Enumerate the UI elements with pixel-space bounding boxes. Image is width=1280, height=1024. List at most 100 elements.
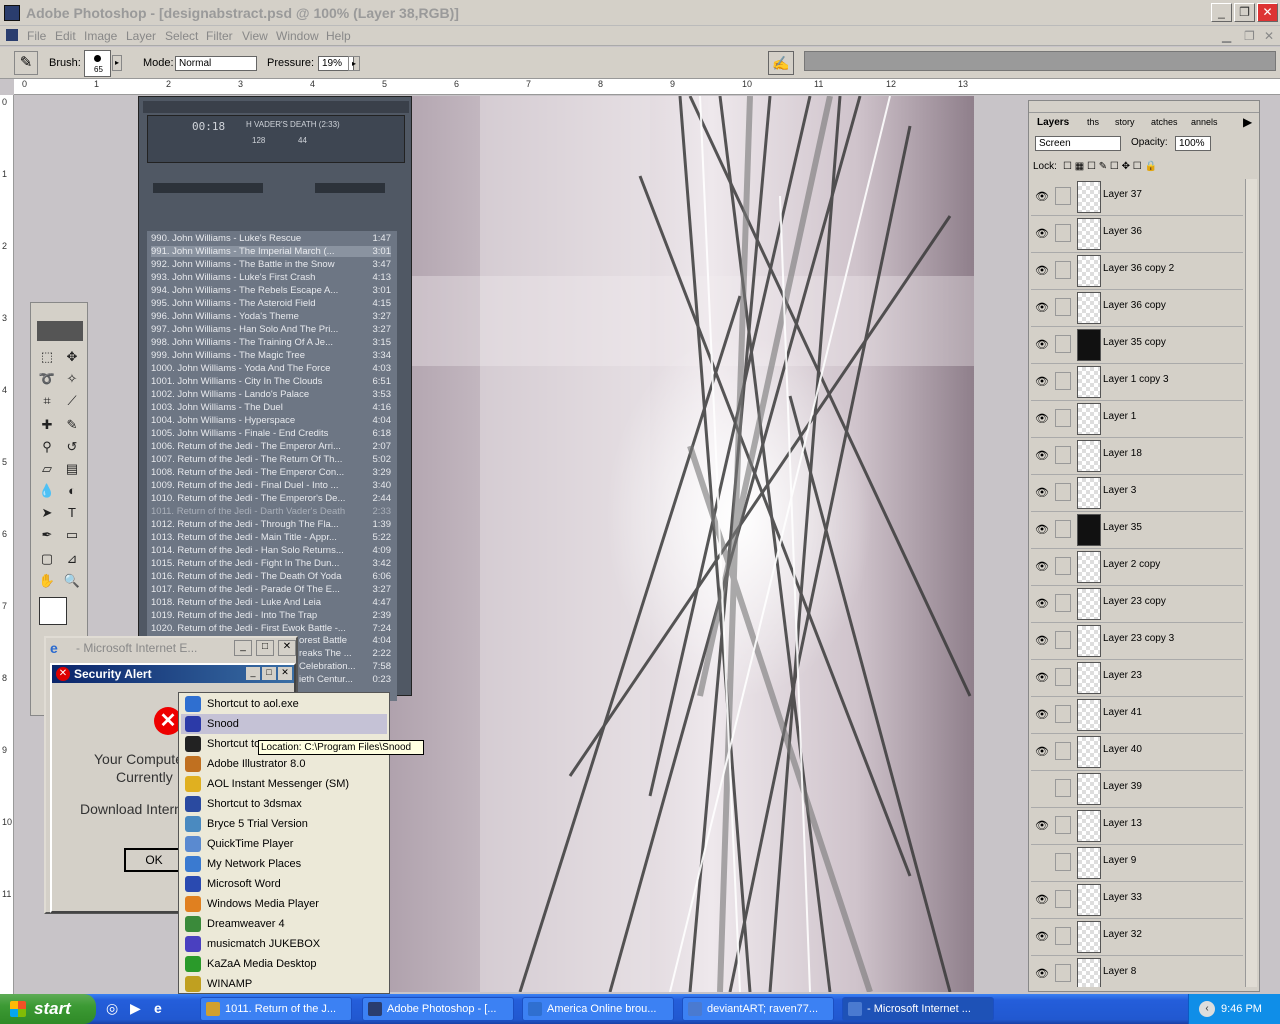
winamp-titlebar[interactable] (143, 101, 409, 113)
eye-icon[interactable]: 👁 (1034, 634, 1050, 648)
healing-brush-icon[interactable]: ✚ (36, 415, 58, 435)
stamp-tool-icon[interactable]: ⚲ (36, 437, 58, 457)
start-menu-item[interactable]: Dreamweaver 4 (181, 914, 387, 934)
layer-link-box[interactable] (1055, 187, 1071, 205)
layer-row[interactable]: 👁 Layer 3 (1031, 475, 1243, 512)
layer-link-box[interactable] (1055, 372, 1071, 390)
playlist-item[interactable]: 1004. John Williams - Hyperspace 4:04 (151, 415, 391, 426)
layers-scrollbar[interactable] (1245, 179, 1257, 987)
playlist-item[interactable]: 997. John Williams - Han Solo And The Pr… (151, 324, 391, 335)
start-menu-item[interactable]: Bryce 5 Trial Version (181, 814, 387, 834)
layer-row[interactable]: Layer 9 (1031, 845, 1243, 882)
notes-tool-icon[interactable]: ▢ (36, 549, 58, 569)
taskbar-button[interactable]: - Microsoft Internet ... (842, 997, 994, 1021)
layer-link-box[interactable] (1055, 964, 1071, 982)
playlist-item[interactable]: 1010. Return of the Jedi - The Emperor's… (151, 493, 391, 504)
eyedropper-icon[interactable]: ⊿ (61, 549, 83, 569)
layer-link-box[interactable] (1055, 409, 1071, 427)
tab-paths[interactable]: ths (1087, 117, 1099, 127)
playlist-item[interactable]: Celebration... 7:58 (299, 661, 391, 672)
playlist-item[interactable]: 1016. Return of the Jedi - The Death Of … (151, 571, 391, 582)
playlist-item[interactable]: 1019. Return of the Jedi - Into The Trap… (151, 610, 391, 621)
tab-history[interactable]: story (1115, 117, 1135, 127)
layer-link-box[interactable] (1055, 853, 1071, 871)
eye-icon[interactable]: 👁 (1034, 301, 1050, 315)
playlist-item[interactable]: 992. John Williams - The Battle in the S… (151, 259, 391, 270)
layer-row[interactable]: Layer 39 (1031, 771, 1243, 808)
start-menu-item[interactable]: QuickTime Player (181, 834, 387, 854)
playlist-item[interactable]: 996. John Williams - Yoda's Theme 3:27 (151, 311, 391, 322)
crop-tool-icon[interactable]: ⌗ (36, 391, 58, 411)
layer-row[interactable]: 👁 Layer 36 (1031, 216, 1243, 253)
menu-filter[interactable]: Filter (206, 29, 233, 43)
start-menu-item[interactable]: musicmatch JUKEBOX (181, 934, 387, 954)
blur-tool-icon[interactable]: 💧 (36, 481, 58, 501)
playlist-item[interactable]: 1006. Return of the Jedi - The Emperor A… (151, 441, 391, 452)
media-player-quicklaunch-icon[interactable]: ▶ (130, 1000, 148, 1018)
lasso-tool-icon[interactable]: ➰ (36, 369, 58, 389)
blend-mode-select[interactable]: Screen (1035, 136, 1121, 151)
winamp-controls[interactable] (153, 183, 263, 193)
doc-close-button[interactable]: ✕ (1264, 29, 1274, 43)
playlist-item[interactable]: 998. John Williams - The Training Of A J… (151, 337, 391, 348)
alert-close-button[interactable]: ✕ (278, 667, 292, 680)
eye-icon[interactable]: 👁 (1034, 930, 1050, 944)
layer-row[interactable]: 👁 Layer 8 (1031, 956, 1243, 987)
eye-icon[interactable] (1034, 782, 1050, 796)
ie-close-button[interactable]: ✕ (278, 640, 296, 656)
layer-link-box[interactable] (1055, 668, 1071, 686)
start-menu-item[interactable]: WINAMP (181, 974, 387, 994)
layer-row[interactable]: 👁 Layer 33 (1031, 882, 1243, 919)
layer-link-box[interactable] (1055, 298, 1071, 316)
dodge-tool-icon[interactable]: ◐ (61, 481, 83, 501)
playlist-item[interactable]: 1020. Return of the Jedi - First Ewok Ba… (151, 623, 391, 634)
shape-tool-icon[interactable]: ▭ (61, 525, 83, 545)
menu-edit[interactable]: Edit (55, 29, 76, 43)
start-menu-item[interactable]: Microsoft Word (181, 874, 387, 894)
palette-menu-icon[interactable]: ▶ (1243, 115, 1252, 129)
layer-row[interactable]: 👁 Layer 18 (1031, 438, 1243, 475)
foreground-color-swatch[interactable] (39, 597, 67, 625)
eye-icon[interactable]: 👁 (1034, 449, 1050, 463)
layer-link-box[interactable] (1055, 816, 1071, 834)
playlist-item[interactable]: 1018. Return of the Jedi - Luke And Leia… (151, 597, 391, 608)
playlist-item[interactable]: 1012. Return of the Jedi - Through The F… (151, 519, 391, 530)
winamp-player[interactable]: 00:18 H VADER'S DEATH (2:33) 128 44 990.… (138, 96, 412, 701)
layer-row[interactable]: 👁 Layer 41 (1031, 697, 1243, 734)
playlist-item[interactable]: 1011. Return of the Jedi - Darth Vader's… (151, 506, 391, 517)
layer-link-box[interactable] (1055, 261, 1071, 279)
eye-icon[interactable]: 👁 (1034, 745, 1050, 759)
playlist-item[interactable]: orest Battle 4:04 (299, 635, 391, 646)
brush-dropdown-button[interactable]: ▸ (112, 55, 122, 71)
start-menu-item[interactable]: Adobe Illustrator 8.0 (181, 754, 387, 774)
tab-channels[interactable]: annels (1191, 117, 1218, 127)
taskbar-button[interactable]: 1011. Return of the J... (200, 997, 352, 1021)
layer-row[interactable]: 👁 Layer 36 copy (1031, 290, 1243, 327)
eye-icon[interactable]: 👁 (1034, 190, 1050, 204)
menu-window[interactable]: Window (276, 29, 319, 43)
eye-icon[interactable]: 👁 (1034, 338, 1050, 352)
layers-palette-titlebar[interactable] (1029, 101, 1259, 113)
playlist-item[interactable]: 1013. Return of the Jedi - Main Title - … (151, 532, 391, 543)
layer-link-box[interactable] (1055, 631, 1071, 649)
playlist-item[interactable]: 991. John Williams - The Imperial March … (151, 246, 391, 257)
layer-row[interactable]: 👁 Layer 13 (1031, 808, 1243, 845)
playlist-item[interactable]: 1007. Return of the Jedi - The Return Of… (151, 454, 391, 465)
eye-icon[interactable]: 👁 (1034, 412, 1050, 426)
taskbar-button[interactable]: Adobe Photoshop - [... (362, 997, 514, 1021)
menu-file[interactable]: File (27, 29, 46, 43)
taskbar-button[interactable]: deviantART; raven77... (682, 997, 834, 1021)
winamp-playlist[interactable]: 990. John Williams - Luke's Rescue 1:47 99… (147, 231, 397, 701)
start-menu-item[interactable]: My Network Places (181, 854, 387, 874)
playlist-item[interactable]: 993. John Williams - Luke's First Crash 4… (151, 272, 391, 283)
start-menu-item[interactable]: Snood (181, 714, 387, 734)
history-brush-icon[interactable]: ↺ (61, 437, 83, 457)
type-tool-icon[interactable]: T (61, 503, 83, 523)
layer-row[interactable]: 👁 Layer 23 copy (1031, 586, 1243, 623)
ok-button[interactable]: OK (124, 848, 184, 872)
lock-icons[interactable]: ☐ ▦ ☐ ✎ ☐ ✥ ☐ 🔒 (1063, 161, 1157, 172)
start-menu-item[interactable]: KaZaA Media Desktop (181, 954, 387, 974)
layer-link-box[interactable] (1055, 557, 1071, 575)
brush-icon[interactable]: ✎ (61, 415, 83, 435)
pressure-slider-button[interactable]: ▸ (348, 56, 360, 71)
